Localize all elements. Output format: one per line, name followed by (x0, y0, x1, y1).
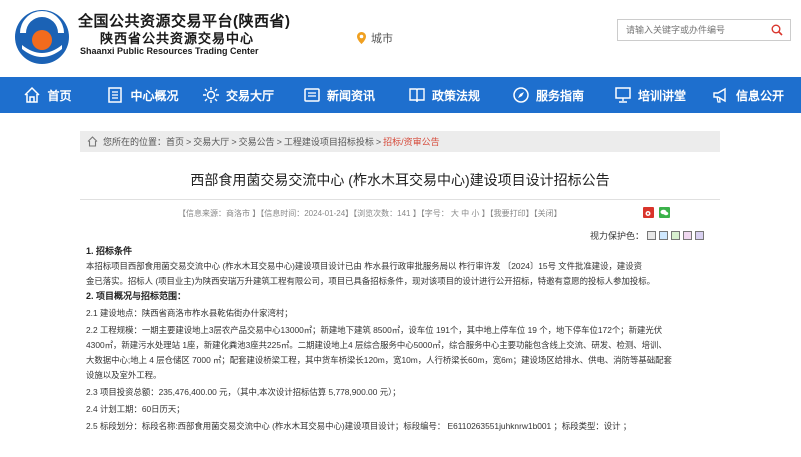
breadcrumb-current[interactable]: 招标/资审公告 (383, 135, 440, 148)
org-name-line2: 陕西省公共资源交易中心 (100, 31, 255, 46)
city-label: 城市 (371, 33, 393, 45)
news-icon (304, 88, 320, 102)
nav-item-home[interactable]: 首页 (0, 77, 95, 113)
breadcrumb-prefix: 您所在的位置： (103, 137, 167, 147)
eye-protection-colors: 视力保护色： (590, 229, 705, 242)
paragraph-line: 2.5 标段划分：标段名称:西部食用菌交易交流中心 (柞水木耳交易中心)建设项目… (86, 421, 632, 431)
building-icon (108, 87, 123, 103)
org-name-english: Shaanxi Public Resources Trading Center (80, 46, 259, 56)
home-icon (24, 86, 41, 103)
breadcrumb: 您所在的位置： 首页 > 交易大厅 > 交易公告 > 工程建设项目招标投标 > … (87, 135, 440, 148)
site-header: 全国公共资源交易平台(陕西省) 陕西省公共资源交易中心 Shaanxi Publ… (0, 0, 801, 77)
title-divider (80, 199, 720, 200)
paragraph-line: 大数据中心;地上 4 层仓储区 7000 ㎡；配套建设桥梁工程，其中货车桥梁长1… (86, 355, 672, 365)
breadcrumb-link-trading-hall[interactable]: 交易大厅 (193, 135, 229, 148)
compass-icon (513, 87, 529, 103)
paragraph-line: 2.2 工程规模：一期主要建设地上3层农产品交易中心13000㎡；新建地下建筑 … (86, 325, 663, 335)
nav-label: 中心概况 (130, 88, 179, 103)
nav-label: 服务指南 (535, 88, 584, 103)
home-small-icon (87, 136, 98, 147)
article-body: 1. 招标条件 本招标项目西部食用菌交易交流中心 (柞水木耳交易中心)建设项目设… (86, 244, 716, 434)
screen-icon (615, 87, 631, 103)
search-input[interactable] (618, 21, 766, 39)
paragraph-line: 金已落实。招标人 (项目业主)为陕西安瑞万升建筑工程有限公司，项目已具备招标条件… (86, 276, 656, 286)
nav-item-policies[interactable]: 政策法规 (392, 77, 496, 113)
nav-item-service-guide[interactable]: 服务指南 (496, 77, 600, 113)
book-icon (409, 88, 425, 103)
nav-label: 首页 (47, 88, 72, 103)
page-title: 西部食用菌交易交流中心 (柞水木耳交易中心)建设项目设计招标公告 (190, 172, 610, 188)
breadcrumb-link-engineering[interactable]: 工程建设项目招标投标 (284, 135, 374, 148)
nav-item-trading-hall[interactable]: 交易大厅 (190, 77, 286, 113)
nav-item-training[interactable]: 培训讲堂 (600, 77, 700, 113)
sun-icon (202, 87, 219, 103)
nav-label: 新闻资讯 (326, 88, 375, 103)
nav-item-news[interactable]: 新闻资讯 (286, 77, 392, 113)
nav-label: 培训讲堂 (637, 88, 686, 103)
search-box (617, 19, 791, 41)
search-icon (771, 24, 783, 36)
paragraph-line: 本招标项目西部食用菌交易交流中心 (柞水木耳交易中心)建设项目设计已由 柞水县行… (86, 261, 643, 271)
color-swatch-pink[interactable] (683, 231, 693, 240)
section-heading: 2. 项目概况与招标范围： (86, 291, 187, 301)
megaphone-icon (713, 87, 726, 103)
city-selector[interactable]: 城市 (357, 30, 393, 46)
nav-label: 政策法规 (431, 88, 480, 103)
wechat-share-icon[interactable] (659, 207, 670, 218)
breadcrumb-link-announcements[interactable]: 交易公告 (239, 135, 275, 148)
eye-protection-label: 视力保护色： (590, 231, 645, 241)
nav-label: 信息公开 (735, 88, 784, 103)
weibo-share-icon[interactable] (643, 207, 654, 218)
paragraph-line: 2.3 项目投资总额：235,476,400.00 元，（其中,本次设计招标估算… (86, 387, 401, 397)
paragraph-line: 2.4 计划工期：60日历天； (86, 404, 185, 414)
logo-icon[interactable] (12, 7, 72, 67)
nav-item-disclosure[interactable]: 信息公开 (700, 77, 796, 113)
color-swatch-blue[interactable] (659, 231, 669, 240)
search-button[interactable] (766, 20, 788, 40)
color-swatch-gray[interactable] (647, 231, 657, 240)
breadcrumb-link-home[interactable]: 首页 (166, 135, 184, 148)
main-nav: 首页 中心概况 交易大厅 新闻资讯 政策法规 服务指南 培训讲堂 信息公开 (0, 77, 801, 113)
paragraph-line: 4300㎡，新建污水处理站 1座，新建化粪池3座共225㎡。二期建设地上4 层综… (86, 340, 667, 350)
share-icons (643, 207, 670, 218)
location-pin-icon (357, 32, 366, 44)
nav-item-overview[interactable]: 中心概况 (95, 77, 190, 113)
paragraph-line: 设施以及室外工程。 (86, 370, 162, 380)
paragraph-line: 2.1 建设地点：陕西省商洛市柞水县乾佑街办什家湾村； (86, 308, 293, 318)
article-meta: 【信息来源：商洛市 】【信息时间：2024-01-24】【浏览次数：141 】【… (178, 209, 562, 218)
color-swatch-green[interactable] (671, 231, 681, 240)
section-heading: 1. 招标条件 (86, 246, 133, 256)
color-swatch-purple[interactable] (695, 231, 705, 240)
nav-label: 交易大厅 (225, 88, 274, 103)
